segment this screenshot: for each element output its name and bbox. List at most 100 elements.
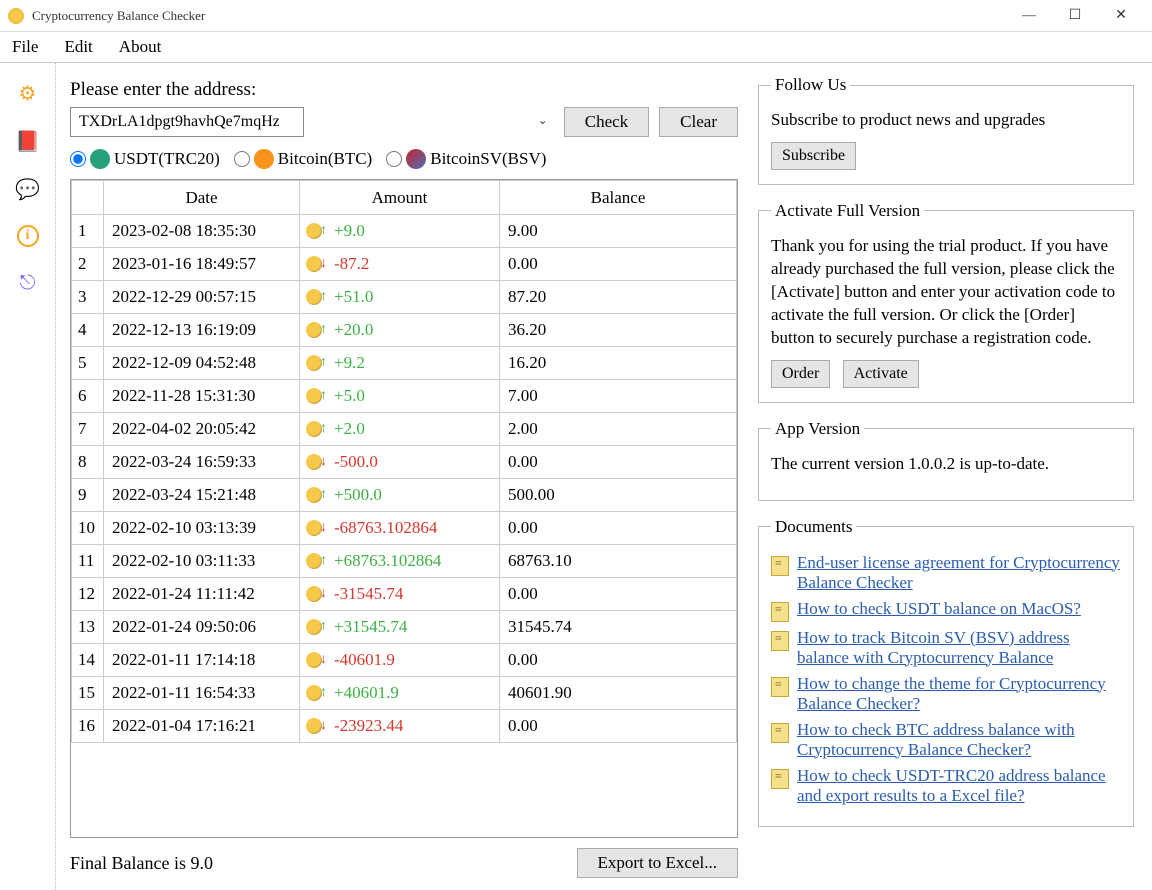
arrow-down-icon: ↓	[320, 256, 327, 272]
row-balance: 7.00	[500, 380, 737, 413]
subscribe-button[interactable]: Subscribe	[771, 142, 856, 170]
table-row[interactable]: 162022-01-04 17:16:21↓-23923.440.00	[72, 710, 737, 743]
exit-icon[interactable]: ⎋	[16, 271, 40, 295]
radio-bsv[interactable]: BitcoinSV(BSV)	[386, 149, 546, 169]
radio-bsv-input[interactable]	[386, 151, 402, 167]
amount-value: +68763.102864	[334, 551, 441, 570]
radio-usdt-label: USDT(TRC20)	[114, 149, 220, 169]
table-row[interactable]: 152022-01-11 16:54:33↑+40601.940601.90	[72, 677, 737, 710]
table-row[interactable]: 72022-04-02 20:05:42↑+2.02.00	[72, 413, 737, 446]
table-row[interactable]: 142022-01-11 17:14:18↓-40601.90.00	[72, 644, 737, 677]
chat-icon[interactable]: 💬	[16, 177, 40, 201]
row-balance: 40601.90	[500, 677, 737, 710]
activate-text: Thank you for using the trial product. I…	[771, 235, 1121, 350]
document-icon	[771, 556, 789, 576]
arrow-up-icon: ↑	[320, 388, 327, 404]
follow-us-box: Follow Us Subscribe to product news and …	[758, 75, 1134, 185]
document-link[interactable]: How to check USDT balance on MacOS?	[797, 599, 1081, 619]
row-date: 2022-01-11 16:54:33	[104, 677, 300, 710]
arrow-down-icon: ↓	[320, 454, 327, 470]
row-balance: 0.00	[500, 578, 737, 611]
activate-box: Activate Full Version Thank you for usin…	[758, 201, 1134, 403]
row-date: 2022-02-10 03:11:33	[104, 545, 300, 578]
row-amount: ↑+5.0	[300, 380, 500, 413]
table-row[interactable]: 32022-12-29 00:57:15↑+51.087.20	[72, 281, 737, 314]
table-row[interactable]: 62022-11-28 15:31:30↑+5.07.00	[72, 380, 737, 413]
radio-usdt-input[interactable]	[70, 151, 86, 167]
row-amount: ↑+31545.74	[300, 611, 500, 644]
maximize-icon[interactable]: ☐	[1052, 1, 1098, 31]
document-link[interactable]: How to change the theme for Cryptocurren…	[797, 674, 1121, 714]
row-index: 16	[72, 710, 104, 743]
arrow-up-icon: ↑	[320, 553, 327, 569]
bsv-icon	[406, 149, 426, 169]
document-link[interactable]: How to check USDT-TRC20 address balance …	[797, 766, 1121, 806]
document-link[interactable]: How to check BTC address balance with Cr…	[797, 720, 1121, 760]
document-item: End-user license agreement for Cryptocur…	[771, 553, 1121, 593]
clear-button[interactable]: Clear	[659, 107, 738, 137]
table-row[interactable]: 82022-03-24 16:59:33↓-500.00.00	[72, 446, 737, 479]
table-row[interactable]: 112022-02-10 03:11:33↑+68763.10286468763…	[72, 545, 737, 578]
row-index: 12	[72, 578, 104, 611]
table-row[interactable]: 52022-12-09 04:52:48↑+9.216.20	[72, 347, 737, 380]
check-button[interactable]: Check	[564, 107, 649, 137]
gear-icon[interactable]: ⚙	[16, 81, 40, 105]
table-row[interactable]: 102022-02-10 03:13:39↓-68763.1028640.00	[72, 512, 737, 545]
table-row[interactable]: 92022-03-24 15:21:48↑+500.0500.00	[72, 479, 737, 512]
activate-button[interactable]: Activate	[843, 360, 919, 388]
order-button[interactable]: Order	[771, 360, 830, 388]
minimize-icon[interactable]: —	[1006, 1, 1052, 31]
transactions-table[interactable]: Date Amount Balance 12023-02-08 18:35:30…	[71, 180, 737, 837]
radio-usdt[interactable]: USDT(TRC20)	[70, 149, 220, 169]
row-amount: ↓-500.0	[300, 446, 500, 479]
close-icon[interactable]: ✕	[1098, 1, 1144, 31]
export-button[interactable]: Export to Excel...	[577, 848, 738, 878]
table-row[interactable]: 132022-01-24 09:50:06↑+31545.7431545.74	[72, 611, 737, 644]
chevron-down-icon[interactable]: ⌄	[538, 113, 548, 128]
radio-btc-input[interactable]	[234, 151, 250, 167]
amount-value: -31545.74	[334, 584, 403, 603]
radio-btc[interactable]: Bitcoin(BTC)	[234, 149, 372, 169]
arrow-up-icon: ↑	[320, 685, 327, 701]
titlebar: Cryptocurrency Balance Checker — ☐ ✕	[0, 0, 1152, 32]
menu-edit[interactable]: Edit	[60, 35, 96, 59]
document-item: How to track Bitcoin SV (BSV) address ba…	[771, 628, 1121, 668]
documents-list: End-user license agreement for Cryptocur…	[771, 553, 1121, 806]
col-date: Date	[104, 181, 300, 215]
menu-file[interactable]: File	[8, 35, 42, 59]
table-header-row: Date Amount Balance	[72, 181, 737, 215]
row-amount: ↓ -31545.74	[300, 578, 500, 611]
version-box: App Version The current version 1.0.0.2 …	[758, 419, 1134, 501]
info-icon[interactable]: i	[17, 225, 39, 247]
row-index: 6	[72, 380, 104, 413]
amount-value: +40601.9	[334, 683, 399, 702]
table-row[interactable]: 122022-01-24 11:11:42↓-31545.740.00	[72, 578, 737, 611]
row-index: 13	[72, 611, 104, 644]
table-row[interactable]: 12023-02-08 18:35:30↑+9.09.00	[72, 215, 737, 248]
notebook-icon[interactable]: 📕	[16, 129, 40, 153]
row-index: 7	[72, 413, 104, 446]
row-amount: ↑ +40601.9	[300, 677, 500, 710]
row-date: 2023-01-16 18:49:57	[104, 248, 300, 281]
row-balance: 68763.10	[500, 545, 737, 578]
row-date: 2022-12-09 04:52:48	[104, 347, 300, 380]
document-link[interactable]: How to track Bitcoin SV (BSV) address ba…	[797, 628, 1121, 668]
menu-about[interactable]: About	[115, 35, 166, 59]
document-item: How to check BTC address balance with Cr…	[771, 720, 1121, 760]
row-amount: ↓-23923.44	[300, 710, 500, 743]
row-index: 5	[72, 347, 104, 380]
arrow-up-icon: ↑	[320, 322, 327, 338]
table-row[interactable]: 42022-12-13 16:19:09↑+20.036.20	[72, 314, 737, 347]
document-link[interactable]: End-user license agreement for Cryptocur…	[797, 553, 1121, 593]
amount-value: +2.0	[334, 419, 365, 438]
follow-us-text: Subscribe to product news and upgrades	[771, 109, 1121, 132]
amount-value: -40601.9	[334, 650, 395, 669]
row-balance: 0.00	[500, 248, 737, 281]
right-panel: Follow Us Subscribe to product news and …	[752, 63, 1152, 890]
table-row[interactable]: 22023-01-16 18:49:57↓-87.20.00	[72, 248, 737, 281]
col-index	[72, 181, 104, 215]
window-title: Cryptocurrency Balance Checker	[32, 8, 205, 24]
address-input[interactable]	[70, 107, 304, 137]
row-balance: 2.00	[500, 413, 737, 446]
arrow-down-icon: ↓	[320, 586, 327, 602]
